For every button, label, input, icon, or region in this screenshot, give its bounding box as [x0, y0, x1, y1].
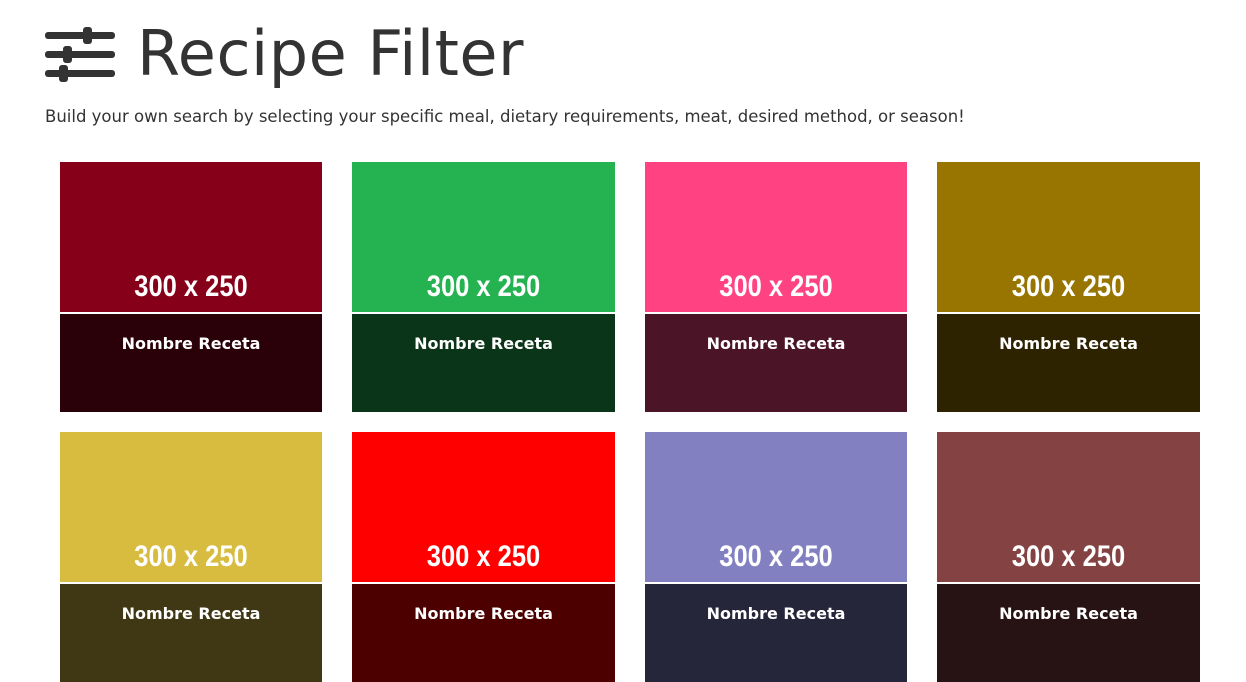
recipe-image-placeholder: 300 x 250 [937, 432, 1200, 582]
recipe-caption: Nombre Receta [60, 584, 322, 682]
recipe-image-placeholder: 300 x 250 [645, 432, 907, 582]
recipe-grid: 300 x 250 Nombre Receta 300 x 250 Nombre… [60, 162, 1200, 682]
recipe-image-placeholder: 300 x 250 [937, 162, 1200, 312]
image-size-label: 300 x 250 [719, 270, 833, 303]
recipe-name: Nombre Receta [414, 334, 553, 353]
page-subtitle: Build your own search by selecting your … [45, 107, 965, 126]
recipe-card[interactable]: 300 x 250 Nombre Receta [352, 432, 615, 682]
recipe-card[interactable]: 300 x 250 Nombre Receta [60, 432, 322, 682]
recipe-card[interactable]: 300 x 250 Nombre Receta [352, 162, 615, 412]
recipe-card[interactable]: 300 x 250 Nombre Receta [645, 162, 907, 412]
image-size-label: 300 x 250 [426, 540, 541, 573]
sliders-filter-icon [45, 24, 115, 84]
recipe-name: Nombre Receta [706, 334, 846, 353]
recipe-image-placeholder: 300 x 250 [60, 162, 322, 312]
recipe-image-placeholder: 300 x 250 [352, 162, 615, 312]
page-header: Recipe Filter [45, 14, 524, 94]
recipe-card[interactable]: 300 x 250 Nombre Receta [60, 162, 322, 412]
recipe-image-placeholder: 300 x 250 [60, 432, 322, 582]
recipe-caption: Nombre Receta [937, 314, 1200, 412]
recipe-caption: Nombre Receta [645, 584, 907, 682]
image-size-label: 300 x 250 [134, 270, 248, 303]
recipe-name: Nombre Receta [999, 334, 1138, 353]
recipe-caption: Nombre Receta [937, 584, 1200, 682]
image-size-label: 300 x 250 [719, 540, 833, 573]
image-size-label: 300 x 250 [426, 270, 541, 303]
recipe-caption: Nombre Receta [352, 584, 615, 682]
recipe-image-placeholder: 300 x 250 [352, 432, 615, 582]
recipe-image-placeholder: 300 x 250 [645, 162, 907, 312]
recipe-caption: Nombre Receta [645, 314, 907, 412]
recipe-caption: Nombre Receta [352, 314, 615, 412]
recipe-caption: Nombre Receta [60, 314, 322, 412]
page-title: Recipe Filter [137, 17, 525, 90]
recipe-card[interactable]: 300 x 250 Nombre Receta [937, 432, 1200, 682]
image-size-label: 300 x 250 [134, 540, 248, 573]
recipe-card[interactable]: 300 x 250 Nombre Receta [645, 432, 907, 682]
recipe-name: Nombre Receta [121, 334, 261, 353]
image-size-label: 300 x 250 [1011, 540, 1126, 573]
recipe-card[interactable]: 300 x 250 Nombre Receta [937, 162, 1200, 412]
image-size-label: 300 x 250 [1011, 270, 1126, 303]
